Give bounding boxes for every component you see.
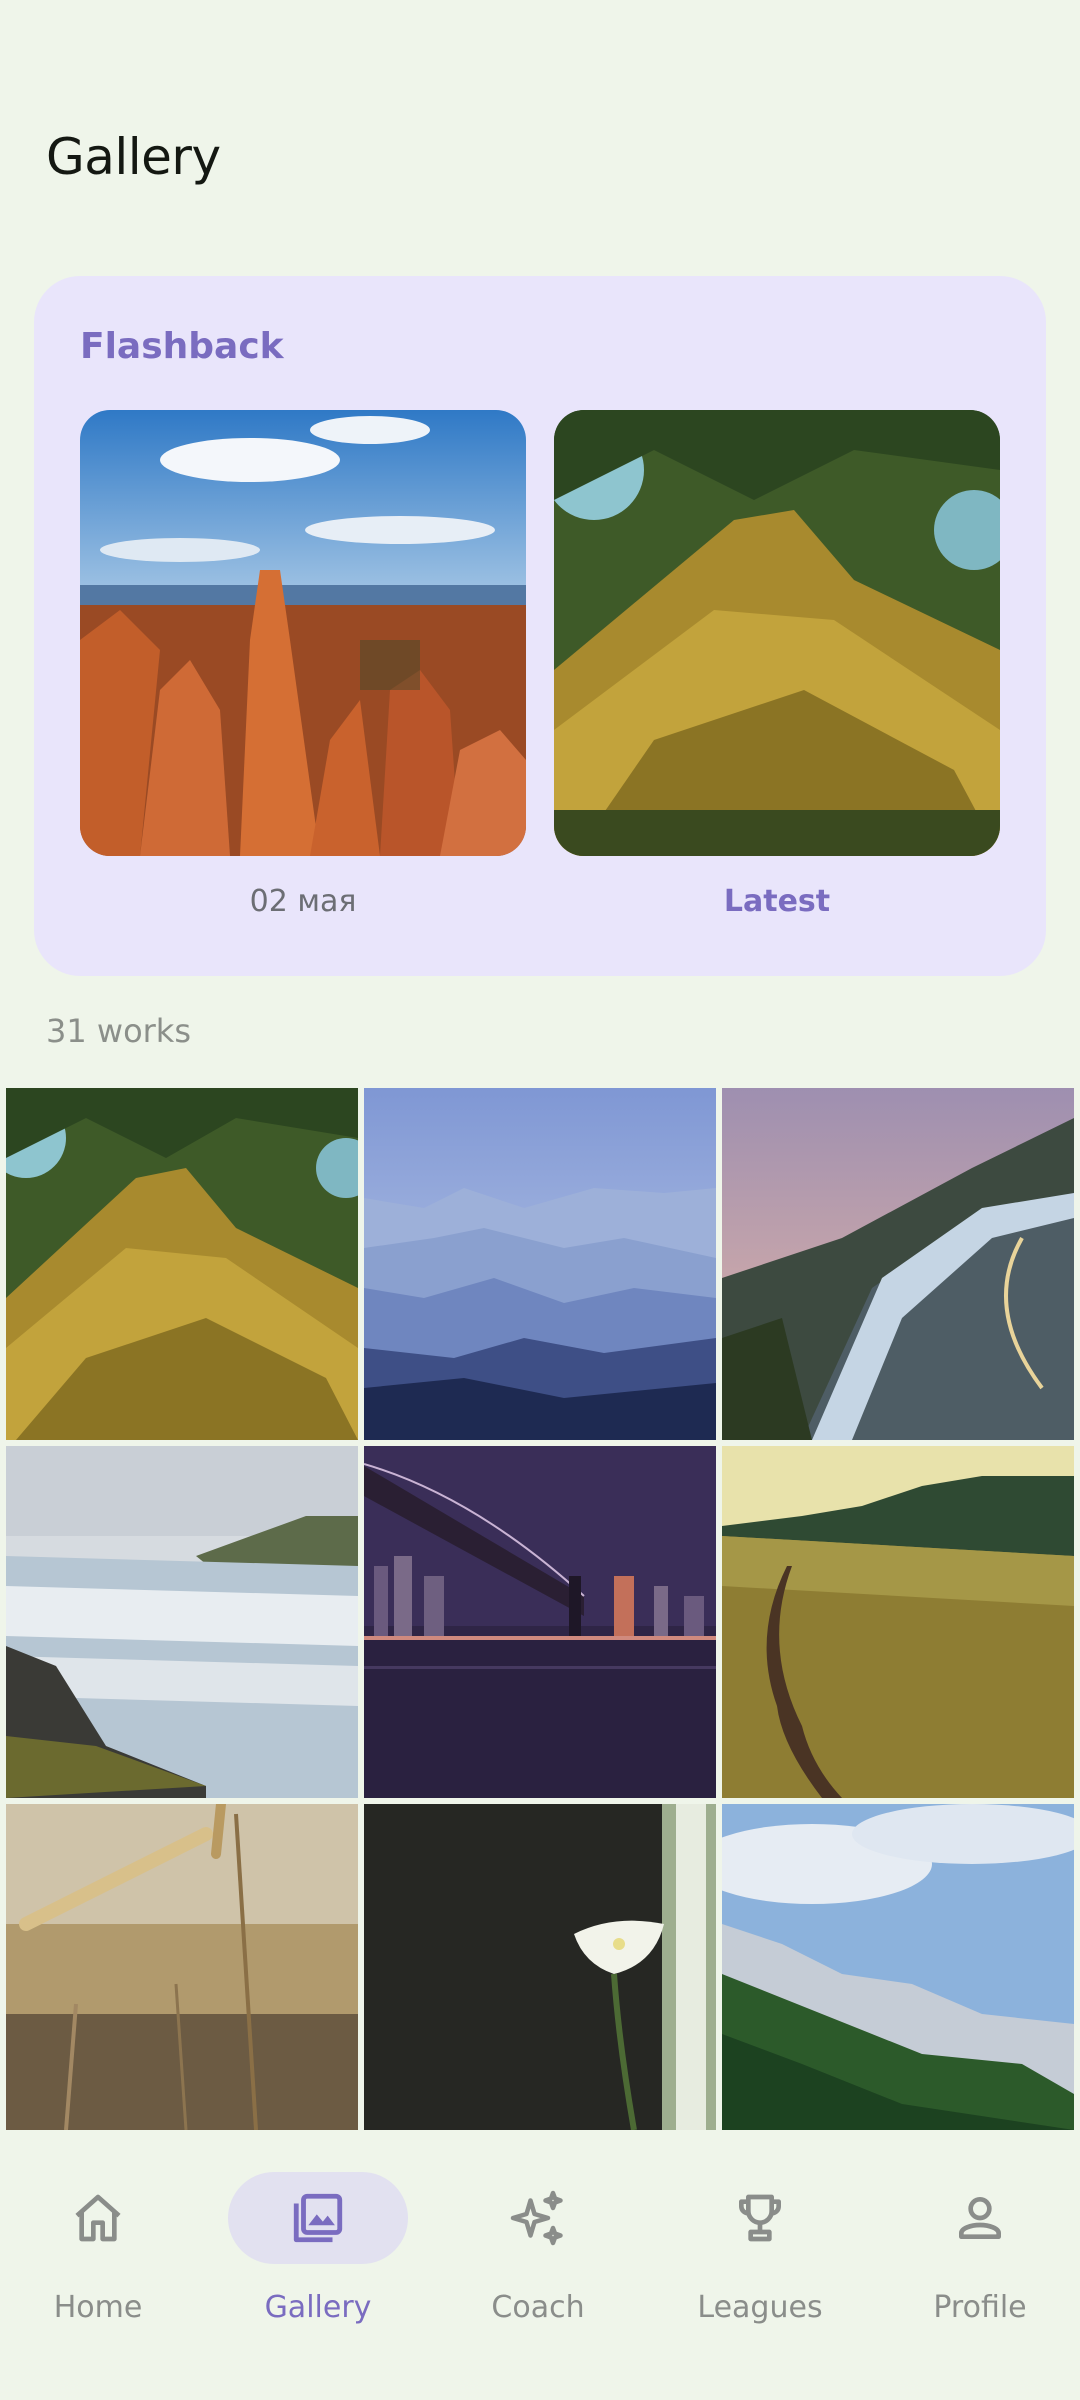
flashback-photo-canyon[interactable] [80,410,526,856]
grid-photo-meadow[interactable] [722,1446,1074,1798]
flashback-caption-date: 02 мая [249,884,357,919]
flashback-title: Flashback [80,326,284,367]
page-title: Gallery [46,128,221,186]
trophy-icon [670,2172,850,2264]
nav-label-gallery: Gallery [264,2290,372,2325]
grid-photo-calla-lily[interactable] [364,1804,716,2130]
nav-label-profile: Profile [933,2290,1027,2325]
grid-photo-bridge[interactable] [364,1446,716,1798]
grid-photo-road[interactable] [722,1088,1074,1440]
person-icon [890,2172,1070,2264]
flashback-photo-moss[interactable] [554,410,1000,856]
nav-item-profile[interactable]: Profile [872,2130,1080,2330]
nav-item-leagues[interactable]: Leagues [652,2130,868,2330]
grid-photo-waterfall[interactable] [6,1446,358,1798]
gallery-icon [228,2172,408,2264]
nav-label-leagues: Leagues [697,2290,823,2325]
home-icon [8,2172,188,2264]
grid-photo-wheat[interactable] [6,1804,358,2130]
grid-photo-moss[interactable] [6,1088,358,1440]
sparkle-icon [448,2172,628,2264]
grid-photo-mountains[interactable] [364,1088,716,1440]
nav-label-home: Home [53,2290,143,2325]
grid-photo-forest[interactable] [722,1804,1074,2130]
flashback-caption-latest: Latest [723,884,831,919]
nav-item-coach[interactable]: Coach [430,2130,646,2330]
nav-item-gallery[interactable]: Gallery [210,2130,426,2330]
bottom-navigation: Home Gallery Coach Leagues Profile [0,2130,1080,2400]
works-count: 31 works [46,1012,191,1050]
nav-item-home[interactable]: Home [0,2130,206,2330]
flashback-card: Flashback 02 мая Latest [34,276,1046,976]
nav-label-coach: Coach [491,2290,585,2325]
